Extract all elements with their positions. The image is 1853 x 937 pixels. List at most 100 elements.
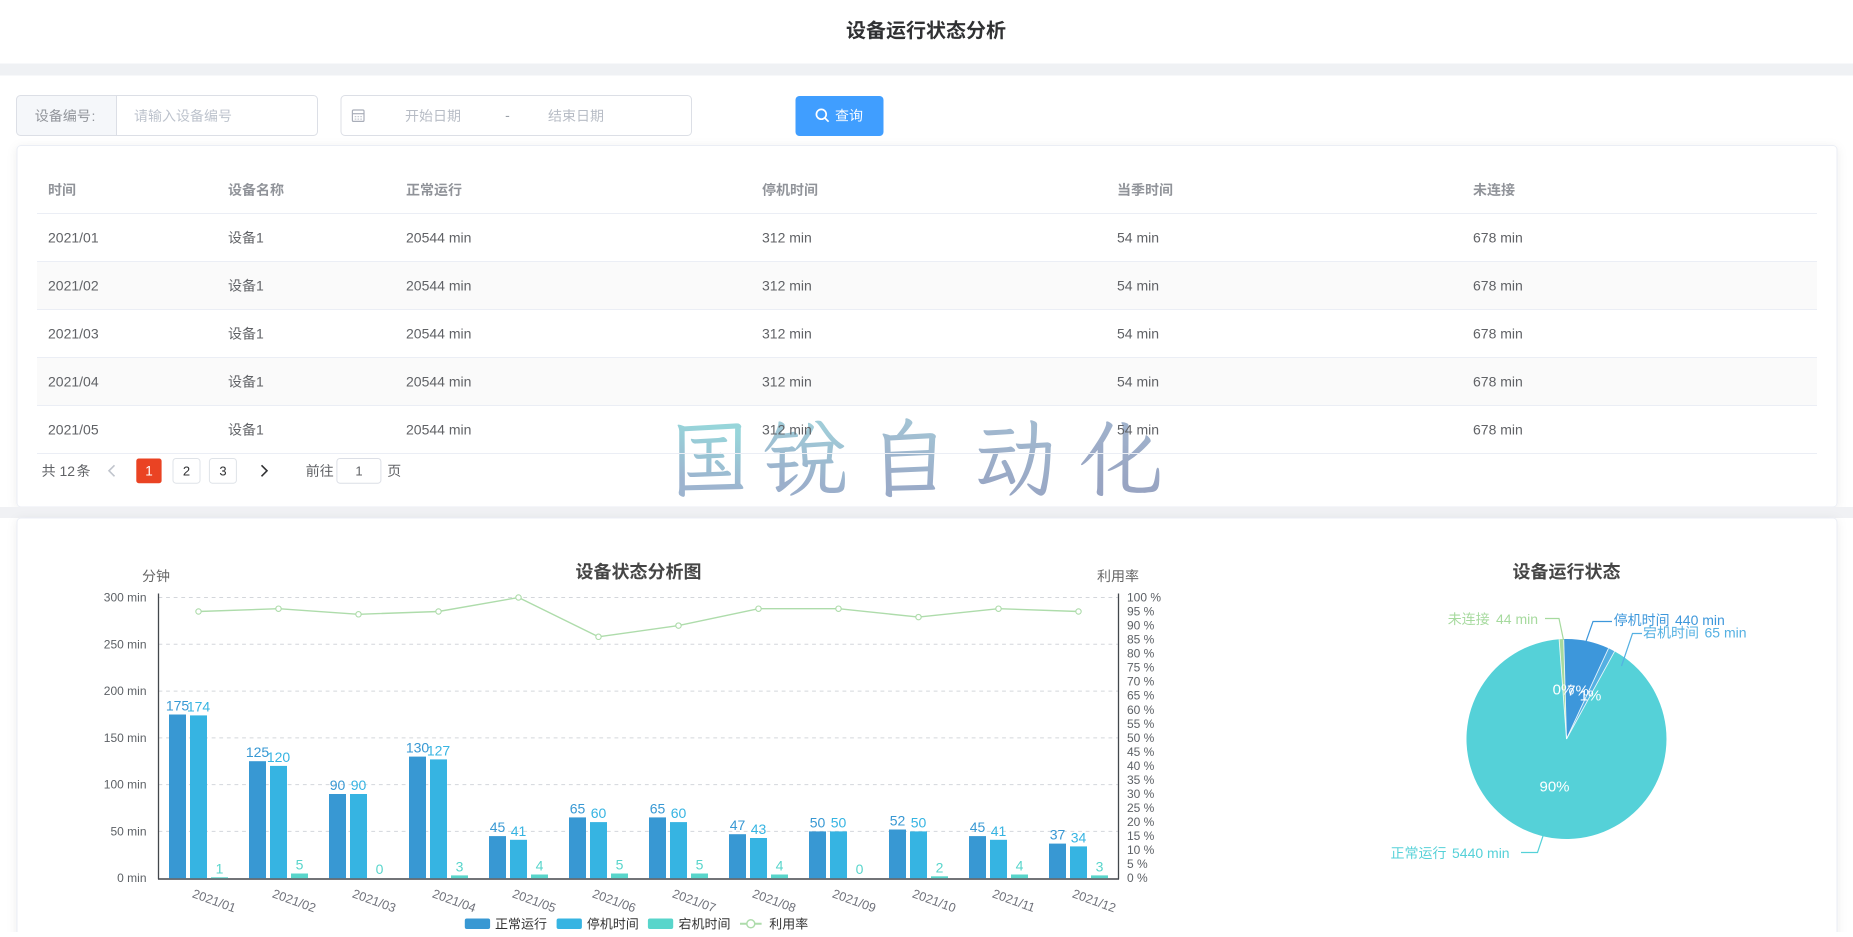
svg-text:80 %: 80 %	[1127, 647, 1155, 661]
svg-text:0: 0	[376, 861, 384, 877]
svg-text:30 %: 30 %	[1127, 787, 1155, 801]
svg-text:1: 1	[355, 463, 362, 478]
svg-text:45: 45	[970, 819, 986, 835]
svg-text:312 min: 312 min	[762, 278, 812, 294]
svg-text:65 min: 65 min	[1705, 625, 1747, 641]
svg-text:90: 90	[330, 777, 346, 793]
svg-text:2021/01: 2021/01	[48, 230, 99, 246]
svg-text:2021/04: 2021/04	[48, 374, 99, 390]
svg-text:90%: 90%	[1539, 779, 1569, 796]
svg-text:100 %: 100 %	[1127, 591, 1161, 605]
svg-text:45: 45	[490, 819, 506, 835]
svg-text:40 %: 40 %	[1127, 759, 1155, 773]
svg-text:1: 1	[216, 860, 224, 876]
svg-text:4: 4	[776, 858, 784, 874]
svg-text:1: 1	[145, 463, 153, 478]
svg-text:90: 90	[351, 777, 367, 793]
svg-text:10 %: 10 %	[1127, 843, 1155, 857]
svg-text:678 min: 678 min	[1473, 422, 1523, 438]
svg-text:65: 65	[650, 800, 666, 816]
svg-text:312 min: 312 min	[762, 374, 812, 390]
svg-text:4: 4	[536, 858, 544, 874]
svg-text:54 min: 54 min	[1117, 374, 1159, 390]
svg-text:50: 50	[831, 814, 847, 830]
svg-text:50: 50	[911, 814, 927, 830]
svg-text:20544 min: 20544 min	[406, 326, 471, 342]
svg-text:55 %: 55 %	[1127, 717, 1155, 731]
svg-text:50 min: 50 min	[110, 824, 146, 838]
svg-text:65 %: 65 %	[1127, 689, 1155, 703]
svg-text:41: 41	[511, 823, 527, 839]
svg-text:54 min: 54 min	[1117, 230, 1159, 246]
svg-text:95 %: 95 %	[1127, 605, 1155, 619]
svg-text:1: 1	[256, 278, 264, 294]
svg-text:1: 1	[256, 326, 264, 342]
svg-text:60: 60	[591, 805, 607, 821]
svg-text:312 min: 312 min	[762, 422, 812, 438]
svg-text:174: 174	[187, 698, 211, 714]
svg-text:70 %: 70 %	[1127, 675, 1155, 689]
svg-text:127: 127	[427, 742, 451, 758]
svg-text:50 %: 50 %	[1127, 731, 1155, 745]
svg-text:1%: 1%	[1580, 688, 1602, 705]
svg-text:1: 1	[256, 374, 264, 390]
svg-text:37: 37	[1050, 827, 1066, 843]
svg-text:678 min: 678 min	[1473, 278, 1523, 294]
svg-text:20 %: 20 %	[1127, 815, 1155, 829]
svg-text:0 %: 0 %	[1127, 871, 1148, 885]
svg-text:47: 47	[730, 817, 746, 833]
svg-text:1: 1	[256, 422, 264, 438]
svg-text:41: 41	[991, 823, 1007, 839]
svg-text:54 min: 54 min	[1117, 326, 1159, 342]
svg-text:120: 120	[267, 749, 291, 765]
svg-text:2021/02: 2021/02	[48, 278, 99, 294]
svg-text:0 min: 0 min	[117, 871, 146, 885]
svg-text:150 min: 150 min	[104, 731, 147, 745]
svg-text:52: 52	[890, 813, 906, 829]
svg-text:200 min: 200 min	[104, 684, 147, 698]
svg-text:5: 5	[296, 857, 304, 873]
svg-text:12: 12	[60, 463, 76, 479]
svg-text:25 %: 25 %	[1127, 801, 1155, 815]
svg-text:-: -	[505, 107, 510, 123]
svg-text:20544 min: 20544 min	[406, 374, 471, 390]
svg-text:20544 min: 20544 min	[406, 422, 471, 438]
svg-text:300 min: 300 min	[104, 591, 147, 605]
svg-text:34: 34	[1071, 829, 1087, 845]
svg-text:85 %: 85 %	[1127, 633, 1155, 647]
svg-text:2021/05: 2021/05	[48, 422, 99, 438]
svg-text:75 %: 75 %	[1127, 661, 1155, 675]
svg-text:312 min: 312 min	[762, 230, 812, 246]
svg-text:3: 3	[219, 463, 226, 478]
svg-text:3: 3	[1096, 858, 1104, 874]
svg-text:5 %: 5 %	[1127, 857, 1148, 871]
svg-text:15 %: 15 %	[1127, 829, 1155, 843]
svg-text:3: 3	[456, 858, 464, 874]
svg-text:0: 0	[856, 861, 864, 877]
svg-text:20544 min: 20544 min	[406, 278, 471, 294]
svg-text:2021/03: 2021/03	[48, 326, 99, 342]
svg-text:45 %: 45 %	[1127, 745, 1155, 759]
svg-text:678 min: 678 min	[1473, 230, 1523, 246]
svg-text:60 %: 60 %	[1127, 703, 1155, 717]
svg-text:43: 43	[751, 821, 767, 837]
svg-text:44 min: 44 min	[1496, 611, 1538, 627]
svg-text:35 %: 35 %	[1127, 773, 1155, 787]
svg-text:678 min: 678 min	[1473, 374, 1523, 390]
svg-text:250 min: 250 min	[104, 637, 147, 651]
svg-text:54 min: 54 min	[1117, 422, 1159, 438]
svg-text:50: 50	[810, 814, 826, 830]
svg-text:1: 1	[256, 230, 264, 246]
svg-text:2: 2	[183, 463, 190, 478]
svg-text:54 min: 54 min	[1117, 278, 1159, 294]
svg-text:20544 min: 20544 min	[406, 230, 471, 246]
svg-text:90 %: 90 %	[1127, 619, 1155, 633]
svg-text:5: 5	[696, 857, 704, 873]
svg-text:60: 60	[671, 805, 687, 821]
svg-text:2: 2	[936, 859, 944, 875]
svg-text::: :	[92, 108, 96, 124]
svg-text:100 min: 100 min	[104, 778, 147, 792]
svg-text:5440 min: 5440 min	[1452, 845, 1510, 861]
svg-text:5: 5	[616, 857, 624, 873]
svg-text:4: 4	[1016, 858, 1024, 874]
